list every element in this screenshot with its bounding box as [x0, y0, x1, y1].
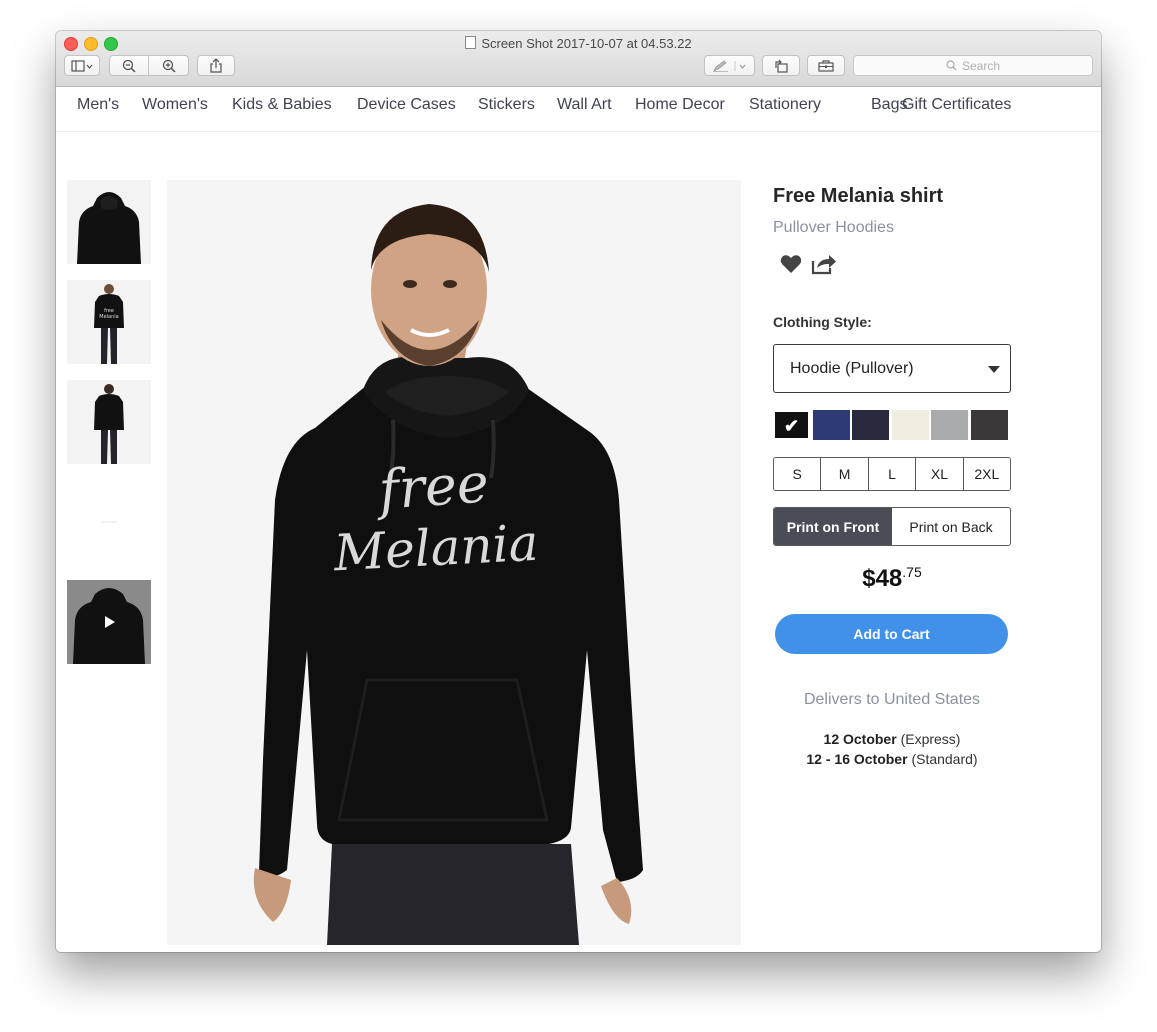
print-text-line2: Melania [331, 514, 539, 583]
page-content: Men's Women's Kids & Babies Device Cases… [56, 87, 1101, 952]
window-title: Screen Shot 2017-10-07 at 04.53.22 [56, 36, 1101, 51]
nav-item-wall-art[interactable]: Wall Art [557, 96, 612, 114]
thumbnail-full-front[interactable]: free Melania [67, 280, 151, 364]
svg-text:Melania: Melania [99, 314, 118, 320]
sidebar-toggle-button[interactable] [64, 55, 100, 76]
title-bar: Screen Shot 2017-10-07 at 04.53.22 Searc… [56, 31, 1101, 87]
hoodie-model-illustration: free Melania [253, 204, 643, 945]
color-swatch-navy[interactable] [813, 410, 850, 440]
zoom-out-icon [122, 59, 136, 73]
price-dollars: $48 [862, 565, 903, 592]
nav-item-device-cases[interactable]: Device Cases [357, 96, 456, 114]
nav-item-kids-babies[interactable]: Kids & Babies [232, 96, 332, 114]
size-option-m[interactable]: M [821, 458, 869, 490]
thumbnail-back-view[interactable] [67, 180, 151, 264]
nav-item-stickers[interactable]: Stickers [478, 96, 535, 114]
heart-icon[interactable] [780, 254, 802, 279]
search-icon [946, 60, 957, 71]
share-icon[interactable] [811, 253, 837, 280]
color-swatch-heather-grey[interactable] [931, 410, 968, 440]
category-nav: Men's Women's Kids & Babies Device Cases… [56, 87, 1101, 132]
delivery-standard-method: (Standard) [911, 751, 978, 767]
clothing-style-select[interactable]: Hoodie (Pullover) [773, 344, 1011, 393]
search-field[interactable]: Search [853, 55, 1093, 76]
delivery-express-dates: 12 October [823, 731, 897, 747]
markup-button[interactable] [704, 55, 755, 76]
nav-item-home-decor[interactable]: Home Decor [635, 96, 725, 114]
delivery-express: 12 October (Express) [773, 731, 1011, 747]
color-swatch-charcoal[interactable] [971, 410, 1008, 440]
size-option-2xl[interactable]: 2XL [964, 458, 1010, 490]
thumbnail-design[interactable] [67, 480, 151, 564]
share-sheet-button[interactable] [197, 55, 235, 76]
zoom-out-button[interactable] [109, 55, 149, 76]
product-category: Pullover Hoodies [773, 219, 894, 236]
delivery-express-method: (Express) [900, 731, 961, 747]
clothing-style-value: Hoodie (Pullover) [790, 359, 914, 377]
product-main-image: free Melania [167, 180, 741, 945]
thumbnail-video[interactable] [67, 580, 151, 664]
price: $48.75 [773, 564, 1011, 593]
size-option-xl[interactable]: XL [916, 458, 964, 490]
nav-item-womens[interactable]: Women's [142, 96, 208, 114]
pen-icon [712, 59, 745, 72]
delivers-to-text: Delivers to United States [803, 691, 981, 708]
delivery-standard: 12 - 16 October (Standard) [773, 751, 1011, 767]
search-placeholder: Search [961, 58, 1001, 73]
thumbnail-full-back[interactable] [67, 380, 151, 464]
nav-item-gift-certificates[interactable]: Gift Certificates [902, 96, 1011, 114]
size-option-s[interactable]: S [774, 458, 822, 490]
print-text-line1: free [373, 451, 491, 522]
toolbox-button[interactable] [807, 55, 845, 76]
preview-window: Screen Shot 2017-10-07 at 04.53.22 Searc… [56, 31, 1101, 952]
size-option-l[interactable]: L [869, 458, 917, 490]
nav-item-stationery[interactable]: Stationery [749, 96, 821, 114]
sidebar-icon [71, 59, 93, 72]
color-swatch-cream[interactable] [892, 410, 929, 440]
zoom-in-button[interactable] [149, 55, 189, 76]
add-to-cart-button[interactable]: Add to Cart [775, 614, 1008, 654]
toolbox-icon [818, 60, 834, 72]
rotate-button[interactable] [762, 55, 800, 76]
product-title: Free Melania shirt [773, 185, 944, 207]
clothing-style-label: Clothing Style: [773, 314, 872, 330]
print-on-front-button[interactable]: Print on Front [774, 508, 892, 545]
chevron-down-icon [988, 366, 1000, 373]
price-cents: .75 [902, 564, 922, 580]
document-icon [465, 36, 477, 49]
check-icon: ✔ [784, 416, 800, 436]
window-title-text: Screen Shot 2017-10-07 at 04.53.22 [481, 36, 692, 51]
zoom-in-icon [162, 59, 176, 73]
share-sheet-icon [210, 58, 222, 73]
print-on-back-button[interactable]: Print on Back [892, 508, 1010, 545]
nav-item-mens[interactable]: Men's [77, 96, 119, 114]
color-swatch-black[interactable]: ✔ [773, 410, 810, 440]
rotate-icon [775, 59, 788, 73]
delivery-standard-dates: 12 - 16 October [806, 751, 908, 767]
color-swatch-dark-navy[interactable] [852, 410, 889, 440]
size-selector: S M L XL 2XL [773, 457, 1011, 491]
print-location-toggle: Print on Front Print on Back [773, 507, 1011, 546]
